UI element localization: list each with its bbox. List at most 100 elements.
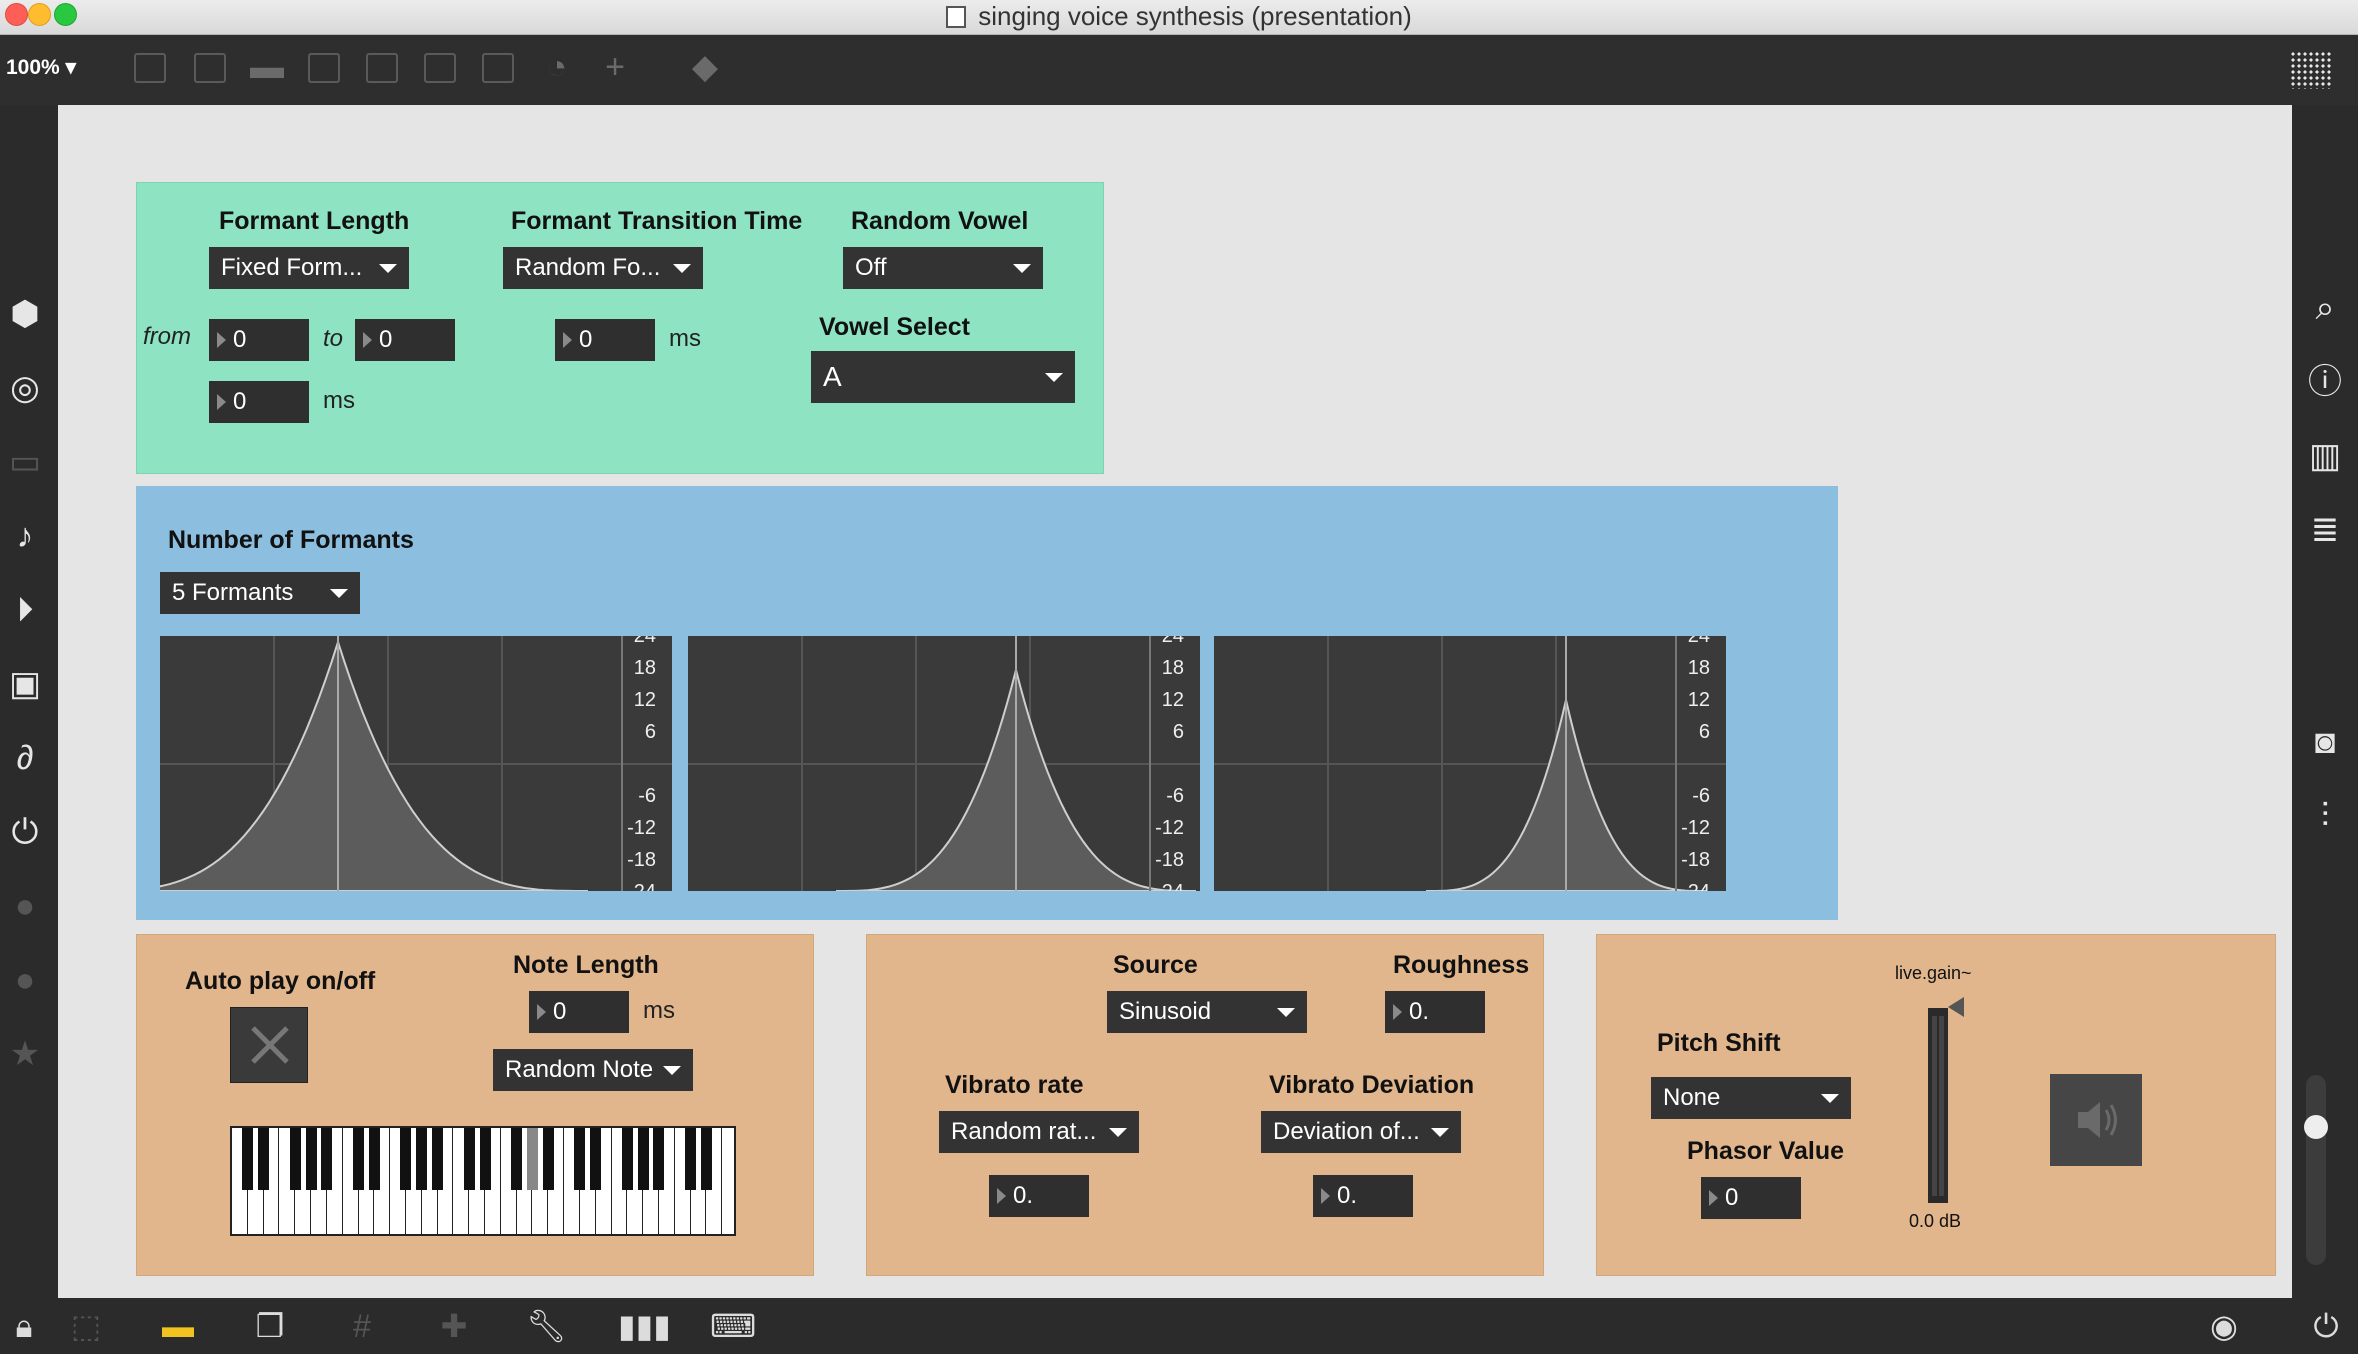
pitch-shift-dropdown[interactable]: None bbox=[1651, 1077, 1851, 1119]
piano-black-key[interactable] bbox=[400, 1128, 412, 1190]
transition-ms-unit: ms bbox=[669, 325, 701, 352]
film-icon[interactable]: ▭ bbox=[4, 441, 46, 483]
piano-black-key[interactable] bbox=[700, 1128, 712, 1190]
piano-black-key[interactable] bbox=[258, 1128, 270, 1190]
piano-black-key[interactable] bbox=[621, 1128, 633, 1190]
volume-slider[interactable] bbox=[2306, 1075, 2326, 1265]
list-icon[interactable] bbox=[134, 53, 166, 83]
lock-icon[interactable]: 🔒︎ bbox=[4, 1306, 44, 1346]
from-number-box[interactable]: 0 bbox=[209, 319, 309, 361]
formant-filter-graph-2[interactable]: 24 18 12 6 -6 -12 -18 -24 bbox=[688, 636, 1200, 891]
power-icon[interactable]: ⏻ bbox=[2306, 1306, 2346, 1346]
piano-keyboard[interactable] bbox=[230, 1126, 736, 1236]
piano-black-key[interactable] bbox=[653, 1128, 665, 1190]
plug-icon[interactable]: ⏻ bbox=[4, 811, 46, 853]
piano-black-key[interactable] bbox=[685, 1128, 697, 1190]
graph-tick-label: 24 bbox=[1687, 636, 1710, 647]
live-gain-slider[interactable] bbox=[1928, 1008, 1948, 1203]
grid-icon[interactable] bbox=[2290, 51, 2332, 89]
vibrato-rate-number-box[interactable]: 0. bbox=[989, 1175, 1089, 1217]
piano-black-key[interactable] bbox=[432, 1128, 444, 1190]
piano-black-key[interactable] bbox=[526, 1128, 538, 1190]
keyboard-icon[interactable]: ⌨ bbox=[710, 1306, 756, 1346]
formant-filter-graph-1[interactable]: 24 18 12 6 -6 -12 -18 -24 bbox=[160, 636, 672, 891]
vowel-select-dropdown[interactable]: A bbox=[811, 351, 1075, 403]
vibrato-deviation-number-box[interactable]: 0. bbox=[1313, 1175, 1413, 1217]
piano-black-key[interactable] bbox=[368, 1128, 380, 1190]
vibrato-deviation-dropdown[interactable]: Deviation of... bbox=[1261, 1111, 1461, 1153]
paint-bucket-icon[interactable]: ◆ bbox=[688, 47, 722, 87]
add-object-icon[interactable]: ✚ bbox=[434, 1306, 474, 1346]
wrench-icon[interactable]: 🔧︎ bbox=[526, 1306, 567, 1346]
piano-black-key[interactable] bbox=[574, 1128, 586, 1190]
search-icon[interactable]: ⌕ bbox=[2304, 287, 2346, 329]
formant-count-dropdown[interactable]: 5 Formants bbox=[160, 572, 360, 614]
source-dropdown[interactable]: Sinusoid bbox=[1107, 991, 1307, 1033]
media-step-icon[interactable]: ⏵ bbox=[4, 589, 46, 631]
formant-filter-graph-3[interactable]: 24 18 12 6 -6 -12 -18 -24 bbox=[1214, 636, 1726, 891]
vibrato-rate-dropdown[interactable]: Random rat... bbox=[939, 1111, 1139, 1153]
zoom-dropdown[interactable]: 100% ▾ bbox=[6, 55, 76, 80]
phasor-value-number-box[interactable]: 0 bbox=[1701, 1177, 1801, 1219]
music-note-icon[interactable]: ♪ bbox=[4, 515, 46, 557]
speaker-button[interactable] bbox=[2050, 1074, 2142, 1166]
piano-black-key[interactable] bbox=[289, 1128, 301, 1190]
piano-black-key[interactable] bbox=[416, 1128, 428, 1190]
graph-tick-label: -18 bbox=[627, 849, 656, 871]
message-icon[interactable] bbox=[194, 53, 226, 83]
note-length-number-box[interactable]: 0 bbox=[529, 991, 629, 1033]
piano-black-key[interactable] bbox=[637, 1128, 649, 1190]
volume-slider-knob[interactable] bbox=[2304, 1115, 2328, 1139]
vimeo-icon[interactable]: ● bbox=[4, 885, 46, 927]
mixer-icon[interactable]: ⫶ bbox=[2304, 795, 2346, 837]
camera-icon[interactable]: ◙ bbox=[2304, 721, 2346, 763]
graph-tick-label: 24 bbox=[633, 636, 656, 647]
play-box-icon[interactable] bbox=[424, 53, 456, 83]
piano-black-key[interactable] bbox=[305, 1128, 317, 1190]
presentation-icon[interactable]: ▬ bbox=[158, 1306, 198, 1346]
graph-tick-label: 18 bbox=[633, 657, 656, 679]
piano-black-key[interactable] bbox=[479, 1128, 491, 1190]
info-icon[interactable]: ⓘ bbox=[2304, 361, 2346, 403]
circle-box-icon[interactable] bbox=[366, 53, 398, 83]
autoplay-toggle[interactable] bbox=[230, 1007, 308, 1083]
cube-icon[interactable]: ⬢ bbox=[4, 293, 46, 335]
transition-ms-number-box[interactable]: 0 bbox=[555, 319, 655, 361]
dial-icon[interactable]: ◔ bbox=[540, 47, 574, 87]
windows-icon[interactable]: ❐ bbox=[250, 1306, 290, 1346]
length-ms-number-box[interactable]: 0 bbox=[209, 381, 309, 423]
comment-icon[interactable]: ▬ bbox=[250, 47, 284, 87]
transition-time-dropdown[interactable]: Random Fo... bbox=[503, 247, 703, 289]
paperclip-icon[interactable]: ∂ bbox=[4, 737, 46, 779]
x-box-icon[interactable] bbox=[308, 53, 340, 83]
piano-black-key[interactable] bbox=[463, 1128, 475, 1190]
piano-white-key[interactable] bbox=[722, 1128, 734, 1234]
piano-black-key[interactable] bbox=[242, 1128, 254, 1190]
minus-box-icon[interactable] bbox=[482, 53, 514, 83]
piano-icon[interactable]: ▮▮▮ bbox=[618, 1306, 671, 1346]
image-icon[interactable]: ▣ bbox=[4, 663, 46, 705]
piano-black-key[interactable] bbox=[511, 1128, 523, 1190]
b-icon[interactable]: ● bbox=[4, 959, 46, 1001]
chevron-down-icon bbox=[1109, 1128, 1127, 1137]
cursor-select-icon[interactable]: ⬚ bbox=[66, 1306, 106, 1346]
piano-black-key[interactable] bbox=[321, 1128, 333, 1190]
random-note-dropdown[interactable]: Random Note bbox=[493, 1049, 693, 1091]
random-vowel-dropdown[interactable]: Off bbox=[843, 247, 1043, 289]
book-icon[interactable]: ▥ bbox=[2304, 435, 2346, 477]
list-view-icon[interactable]: ≣ bbox=[2304, 509, 2346, 551]
roughness-number-box[interactable]: 0. bbox=[1385, 991, 1485, 1033]
grid-snap-icon[interactable]: # bbox=[342, 1306, 382, 1346]
graph-tick-label: 18 bbox=[1161, 657, 1184, 679]
star-icon[interactable]: ★ bbox=[4, 1033, 46, 1075]
piano-black-key[interactable] bbox=[590, 1128, 602, 1190]
gain-slider-handle[interactable] bbox=[1948, 997, 1964, 1017]
target-icon[interactable]: ◎ bbox=[4, 367, 46, 409]
plus-icon[interactable]: + bbox=[598, 47, 632, 87]
audio-play-icon[interactable]: ◉ bbox=[2204, 1306, 2244, 1346]
formant-length-dropdown[interactable]: Fixed Form... bbox=[209, 247, 409, 289]
to-number-box[interactable]: 0 bbox=[355, 319, 455, 361]
piano-black-key[interactable] bbox=[353, 1128, 364, 1190]
graph-tick-label: -6 bbox=[1692, 785, 1710, 807]
piano-black-key[interactable] bbox=[542, 1128, 554, 1190]
